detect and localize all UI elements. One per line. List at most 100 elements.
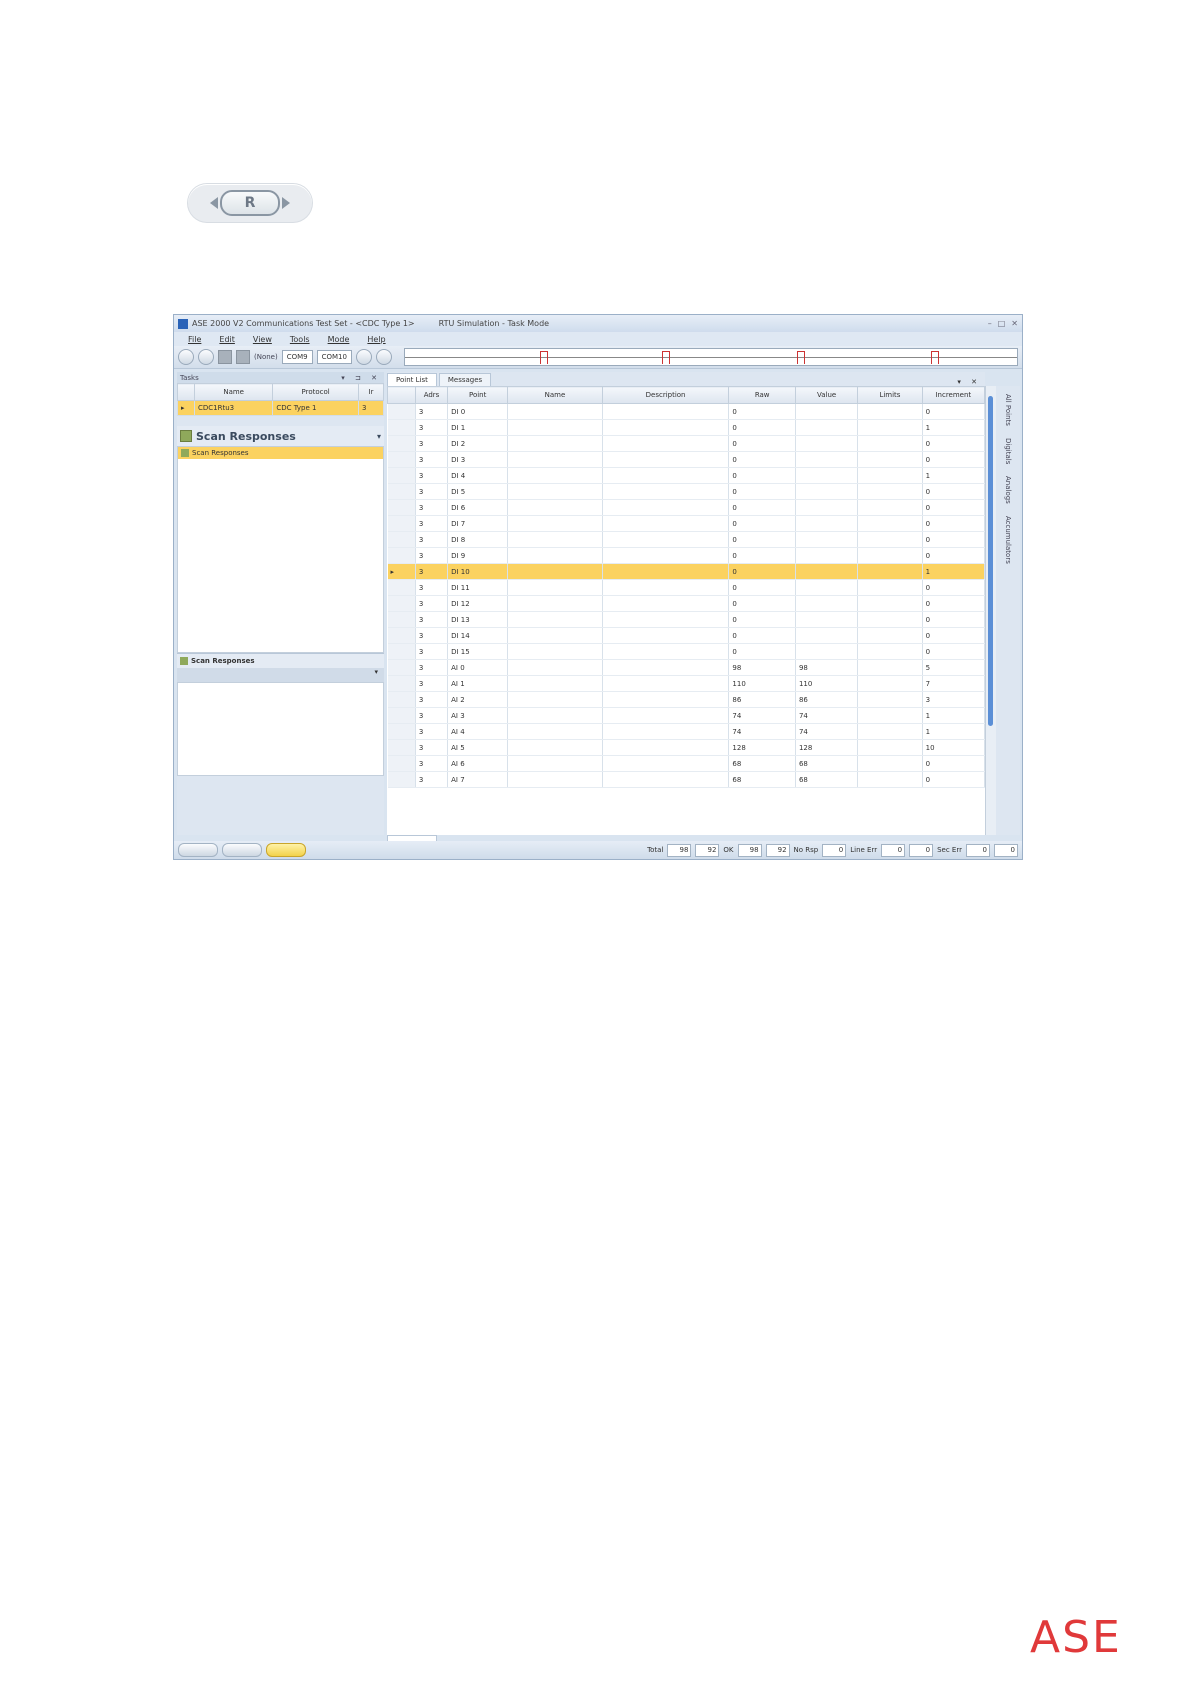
cell-increment[interactable]: 0: [922, 451, 986, 468]
cell-adrs[interactable]: 3: [415, 563, 449, 580]
table-row[interactable]: 3 AI 4 74 74 1: [387, 723, 986, 740]
cell-value[interactable]: 74: [795, 707, 859, 724]
cell-raw[interactable]: 0: [728, 499, 796, 516]
cell-description[interactable]: [602, 755, 730, 772]
cell-point[interactable]: AI 4: [447, 723, 509, 740]
cell-point[interactable]: DI 6: [447, 499, 509, 516]
cell-raw[interactable]: 0: [728, 419, 796, 436]
scrollbar-thumb[interactable]: [988, 396, 993, 726]
cell-value[interactable]: [795, 563, 859, 580]
chevron-down-icon[interactable]: ▾: [377, 432, 381, 441]
cell-adrs[interactable]: 3: [415, 611, 449, 628]
cell-adrs[interactable]: 3: [415, 595, 449, 612]
cell-point[interactable]: AI 7: [447, 771, 509, 788]
cell-increment[interactable]: 0: [922, 499, 986, 516]
cell-raw[interactable]: 0: [728, 435, 796, 452]
cell-point[interactable]: AI 2: [447, 691, 509, 708]
port1-select[interactable]: COM9: [281, 350, 313, 364]
cell-description[interactable]: [602, 403, 730, 420]
cell-limits[interactable]: [857, 483, 923, 500]
cell-description[interactable]: [602, 483, 730, 500]
cell-description[interactable]: [602, 467, 730, 484]
cell-description[interactable]: [602, 435, 730, 452]
cell-adrs[interactable]: 3: [415, 723, 449, 740]
cell-adrs[interactable]: 3: [415, 403, 449, 420]
close-icon[interactable]: ✕: [1011, 319, 1018, 328]
cell-point[interactable]: AI 1: [447, 675, 509, 692]
cell-point[interactable]: DI 10: [447, 563, 509, 580]
cell-increment[interactable]: 1: [922, 723, 986, 740]
cell-increment[interactable]: 1: [922, 419, 986, 436]
cell-point[interactable]: DI 4: [447, 467, 509, 484]
cell-value[interactable]: [795, 515, 859, 532]
cell-value[interactable]: 68: [795, 755, 859, 772]
cell-name[interactable]: [507, 691, 603, 708]
menu-file[interactable]: File: [188, 335, 201, 344]
cell-description[interactable]: [602, 691, 730, 708]
table-row[interactable]: 3 DI 2 0 0: [387, 435, 986, 452]
menu-tools[interactable]: Tools: [290, 335, 310, 344]
refresh-button[interactable]: [198, 349, 214, 365]
cell-description[interactable]: [602, 643, 730, 660]
cell-description[interactable]: [602, 659, 730, 676]
cell-adrs[interactable]: 3: [415, 467, 449, 484]
cell-raw[interactable]: 128: [728, 739, 796, 756]
cell-adrs[interactable]: 3: [415, 643, 449, 660]
tasks-col-name[interactable]: Name: [193, 383, 274, 401]
cell-adrs[interactable]: 3: [415, 419, 449, 436]
cell-adrs[interactable]: 3: [415, 435, 449, 452]
cell-value[interactable]: [795, 627, 859, 644]
cell-description[interactable]: [602, 595, 730, 612]
cell-name[interactable]: [507, 675, 603, 692]
cell-raw[interactable]: 0: [728, 451, 796, 468]
side-tab-analogs[interactable]: Analogs: [1004, 472, 1012, 508]
cell-value[interactable]: [795, 403, 859, 420]
cell-description[interactable]: [602, 419, 730, 436]
cell-value[interactable]: [795, 579, 859, 596]
table-row[interactable]: 3 AI 2 86 86 3: [387, 691, 986, 708]
cell-increment[interactable]: 1: [922, 467, 986, 484]
cell-limits[interactable]: [857, 723, 923, 740]
cell-point[interactable]: DI 3: [447, 451, 509, 468]
cell-description[interactable]: [602, 707, 730, 724]
cell-limits[interactable]: [857, 435, 923, 452]
side-tab-accumulators[interactable]: Accumulators: [1004, 512, 1012, 568]
cell-raw[interactable]: 110: [728, 675, 796, 692]
cell-name[interactable]: [507, 771, 603, 788]
cell-name[interactable]: [507, 531, 603, 548]
table-row[interactable]: 3 AI 7 68 68 0: [387, 771, 986, 788]
cell-increment[interactable]: 0: [922, 579, 986, 596]
panel-controls[interactable]: ▾ ✕: [957, 378, 985, 386]
cell-description[interactable]: [602, 451, 730, 468]
table-row[interactable]: 3 DI 1 0 1: [387, 419, 986, 436]
cell-increment[interactable]: 0: [922, 435, 986, 452]
menu-view[interactable]: View: [253, 335, 272, 344]
cell-raw[interactable]: 0: [728, 403, 796, 420]
cell-name[interactable]: [507, 451, 603, 468]
cell-increment[interactable]: 1: [922, 707, 986, 724]
cell-increment[interactable]: 3: [922, 691, 986, 708]
table-row[interactable]: 3 DI 3 0 0: [387, 451, 986, 468]
table-row[interactable]: 3 AI 1 110 110 7: [387, 675, 986, 692]
cell-increment[interactable]: 0: [922, 611, 986, 628]
cell-point[interactable]: DI 5: [447, 483, 509, 500]
cell-limits[interactable]: [857, 739, 923, 756]
cell-name[interactable]: [507, 547, 603, 564]
cell-description[interactable]: [602, 579, 730, 596]
maximize-icon[interactable]: □: [998, 319, 1006, 328]
table-row[interactable]: 3 DI 13 0 0: [387, 611, 986, 628]
table-row[interactable]: 3 AI 3 74 74 1: [387, 707, 986, 724]
cell-increment[interactable]: 0: [922, 515, 986, 532]
cell-name[interactable]: [507, 739, 603, 756]
cell-name[interactable]: [507, 627, 603, 644]
cell-limits[interactable]: [857, 531, 923, 548]
cell-point[interactable]: DI 0: [447, 403, 509, 420]
cell-increment[interactable]: 0: [922, 771, 986, 788]
cell-name[interactable]: [507, 723, 603, 740]
cell-value[interactable]: [795, 595, 859, 612]
side-tab-all-points[interactable]: All Points: [1004, 390, 1012, 430]
cell-name[interactable]: [507, 419, 603, 436]
cell-limits[interactable]: [857, 659, 923, 676]
grid-col-increment[interactable]: Increment: [921, 386, 986, 404]
cell-limits[interactable]: [857, 771, 923, 788]
